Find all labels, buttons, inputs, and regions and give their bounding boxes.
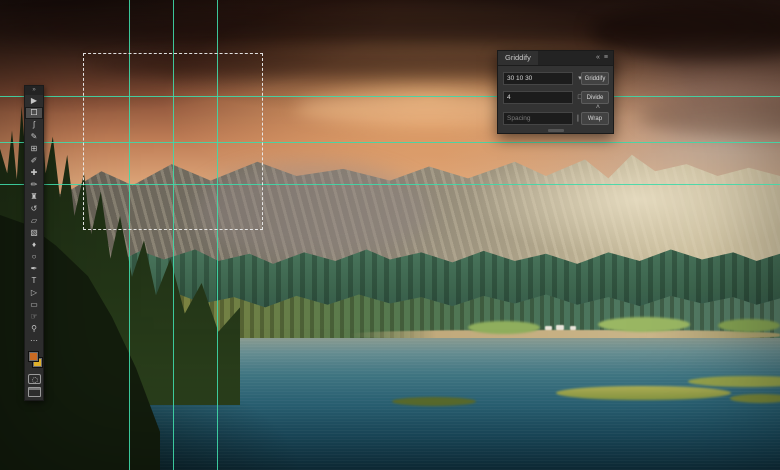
clone-stamp-tool[interactable]: ♜: [25, 191, 43, 203]
hand-tool[interactable]: ☞: [25, 311, 43, 323]
gradient-tool[interactable]: ▧: [25, 227, 43, 239]
color-swatches: [25, 349, 43, 371]
path-selection-tool[interactable]: ▷: [25, 287, 43, 299]
move-tool[interactable]: ▶: [25, 95, 43, 107]
spacing-input[interactable]: [503, 112, 573, 125]
panel-resize-grip[interactable]: [547, 129, 564, 132]
tool-list: ▶ ☐ ʃ ✎ ⊞ ✐ ✚ ✏ ♜ ↺ ▱ ▧ ♦ ○ ✒ T ▷ ▭ ☞ ⚲ ⋯: [25, 95, 43, 347]
collapse-panel-icon[interactable]: «: [596, 54, 601, 61]
panel-menu-icon[interactable]: ≡: [604, 54, 609, 61]
divide-row: □ Divide: [503, 91, 609, 104]
foreground-color-swatch[interactable]: [28, 351, 39, 362]
wrap-button[interactable]: Wrap: [581, 112, 609, 125]
edit-toolbar[interactable]: ⋯: [25, 335, 43, 347]
divide-button[interactable]: Divide: [581, 91, 609, 104]
tools-panel: » ▶ ☐ ʃ ✎ ⊞ ✐ ✚ ✏ ♜ ↺ ▱ ▧ ♦ ○ ✒ T ▷ ▭ ☞ ⚲ ⋯: [24, 85, 44, 401]
expand-options-icon[interactable]: ˄: [596, 104, 600, 111]
lasso-tool[interactable]: ʃ: [25, 119, 43, 131]
marquee-selection: [83, 53, 263, 230]
healing-brush-tool[interactable]: ✚: [25, 167, 43, 179]
divide-count-input[interactable]: [503, 91, 573, 104]
dodge-tool[interactable]: ○: [25, 251, 43, 263]
brush-tool[interactable]: ✏: [25, 179, 43, 191]
blur-tool[interactable]: ♦: [25, 239, 43, 251]
griddify-row: ▾ Griddify: [503, 72, 609, 85]
griddify-button[interactable]: Griddify: [581, 72, 609, 85]
pen-tool[interactable]: ✒: [25, 263, 43, 275]
eyedropper-tool[interactable]: ✐: [25, 155, 43, 167]
toolbar-collapse-icon[interactable]: »: [25, 86, 43, 95]
shape-tool[interactable]: ▭: [25, 299, 43, 311]
type-tool[interactable]: T: [25, 275, 43, 287]
grid-values-input[interactable]: [503, 72, 573, 85]
screen-mode-button[interactable]: [27, 387, 41, 397]
quick-selection-tool[interactable]: ✎: [25, 131, 43, 143]
crop-tool[interactable]: ⊞: [25, 143, 43, 155]
griddify-panel: Griddify « ≡ ▾ Griddify □ Divide ˄ ❘❘ Wr…: [497, 50, 614, 134]
quick-mask-button[interactable]: [27, 374, 41, 384]
quick-mask-icon: [31, 376, 38, 383]
eraser-tool[interactable]: ▱: [25, 215, 43, 227]
history-brush-tool[interactable]: ↺: [25, 203, 43, 215]
rectangular-marquee-tool[interactable]: ☐: [25, 107, 43, 119]
zoom-tool[interactable]: ⚲: [25, 323, 43, 335]
panel-header: Griddify « ≡: [498, 51, 613, 66]
wrap-row: ❘❘ Wrap: [503, 112, 609, 125]
panel-tab-griddify[interactable]: Griddify: [498, 51, 538, 65]
photoshop-canvas: » ▶☐ʃ✎⊞✐✚✏♜↺▱▧♦○✒T▷▭☞⚲⋯ Griddify « ≡ ▾ G…: [0, 0, 780, 470]
